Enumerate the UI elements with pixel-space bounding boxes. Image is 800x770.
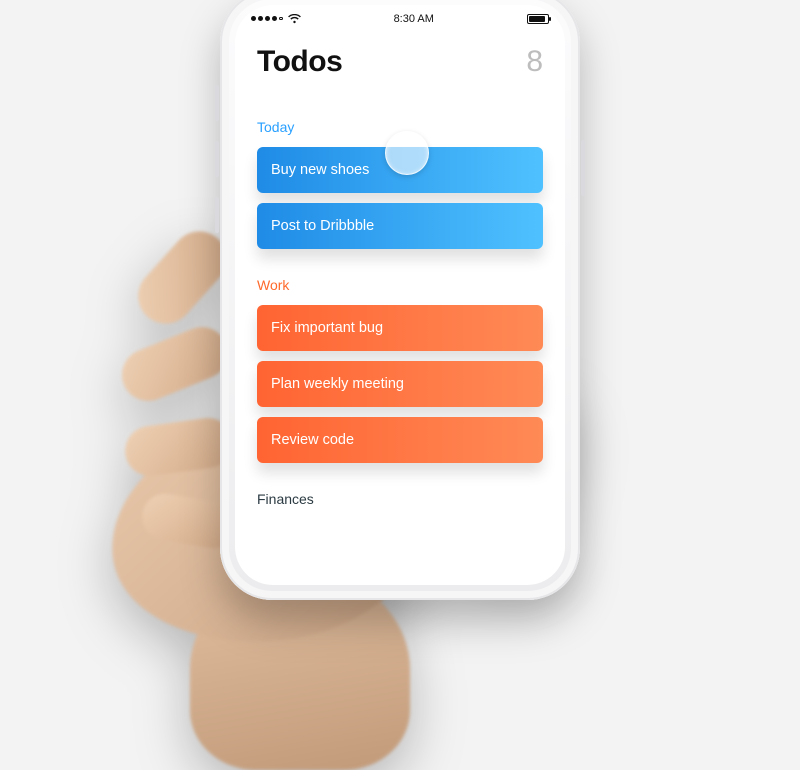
todo-card-label: Fix important bug bbox=[271, 320, 383, 336]
wifi-icon bbox=[288, 14, 301, 24]
app-content: Todos 8 Today Buy new shoes Post to Drib… bbox=[235, 27, 565, 585]
status-time: 8:30 AM bbox=[394, 13, 434, 25]
todo-count: 8 bbox=[526, 45, 543, 79]
page-title: Todos bbox=[257, 45, 342, 79]
section-label-work: Work bbox=[257, 277, 543, 293]
todo-card-label: Post to Dribbble bbox=[271, 218, 374, 234]
section-label-today: Today bbox=[257, 119, 543, 135]
todo-card-label: Plan weekly meeting bbox=[271, 376, 404, 392]
todo-card-label: Review code bbox=[271, 432, 354, 448]
section-label-finances: Finances bbox=[257, 491, 543, 507]
cell-signal-icon bbox=[251, 16, 283, 21]
todo-card[interactable]: Fix important bug bbox=[257, 305, 543, 351]
phone-device-frame: 8:30 AM Todos 8 Today Buy new shoes Post… bbox=[220, 0, 580, 600]
todo-card[interactable]: Buy new shoes bbox=[257, 147, 543, 193]
status-bar: 8:30 AM bbox=[235, 5, 565, 27]
todo-card-label: Buy new shoes bbox=[271, 162, 369, 178]
todo-card[interactable]: Post to Dribbble bbox=[257, 203, 543, 249]
todo-card[interactable]: Plan weekly meeting bbox=[257, 361, 543, 407]
phone-screen: 8:30 AM Todos 8 Today Buy new shoes Post… bbox=[235, 5, 565, 585]
battery-icon bbox=[527, 14, 549, 24]
todo-card[interactable]: Review code bbox=[257, 417, 543, 463]
